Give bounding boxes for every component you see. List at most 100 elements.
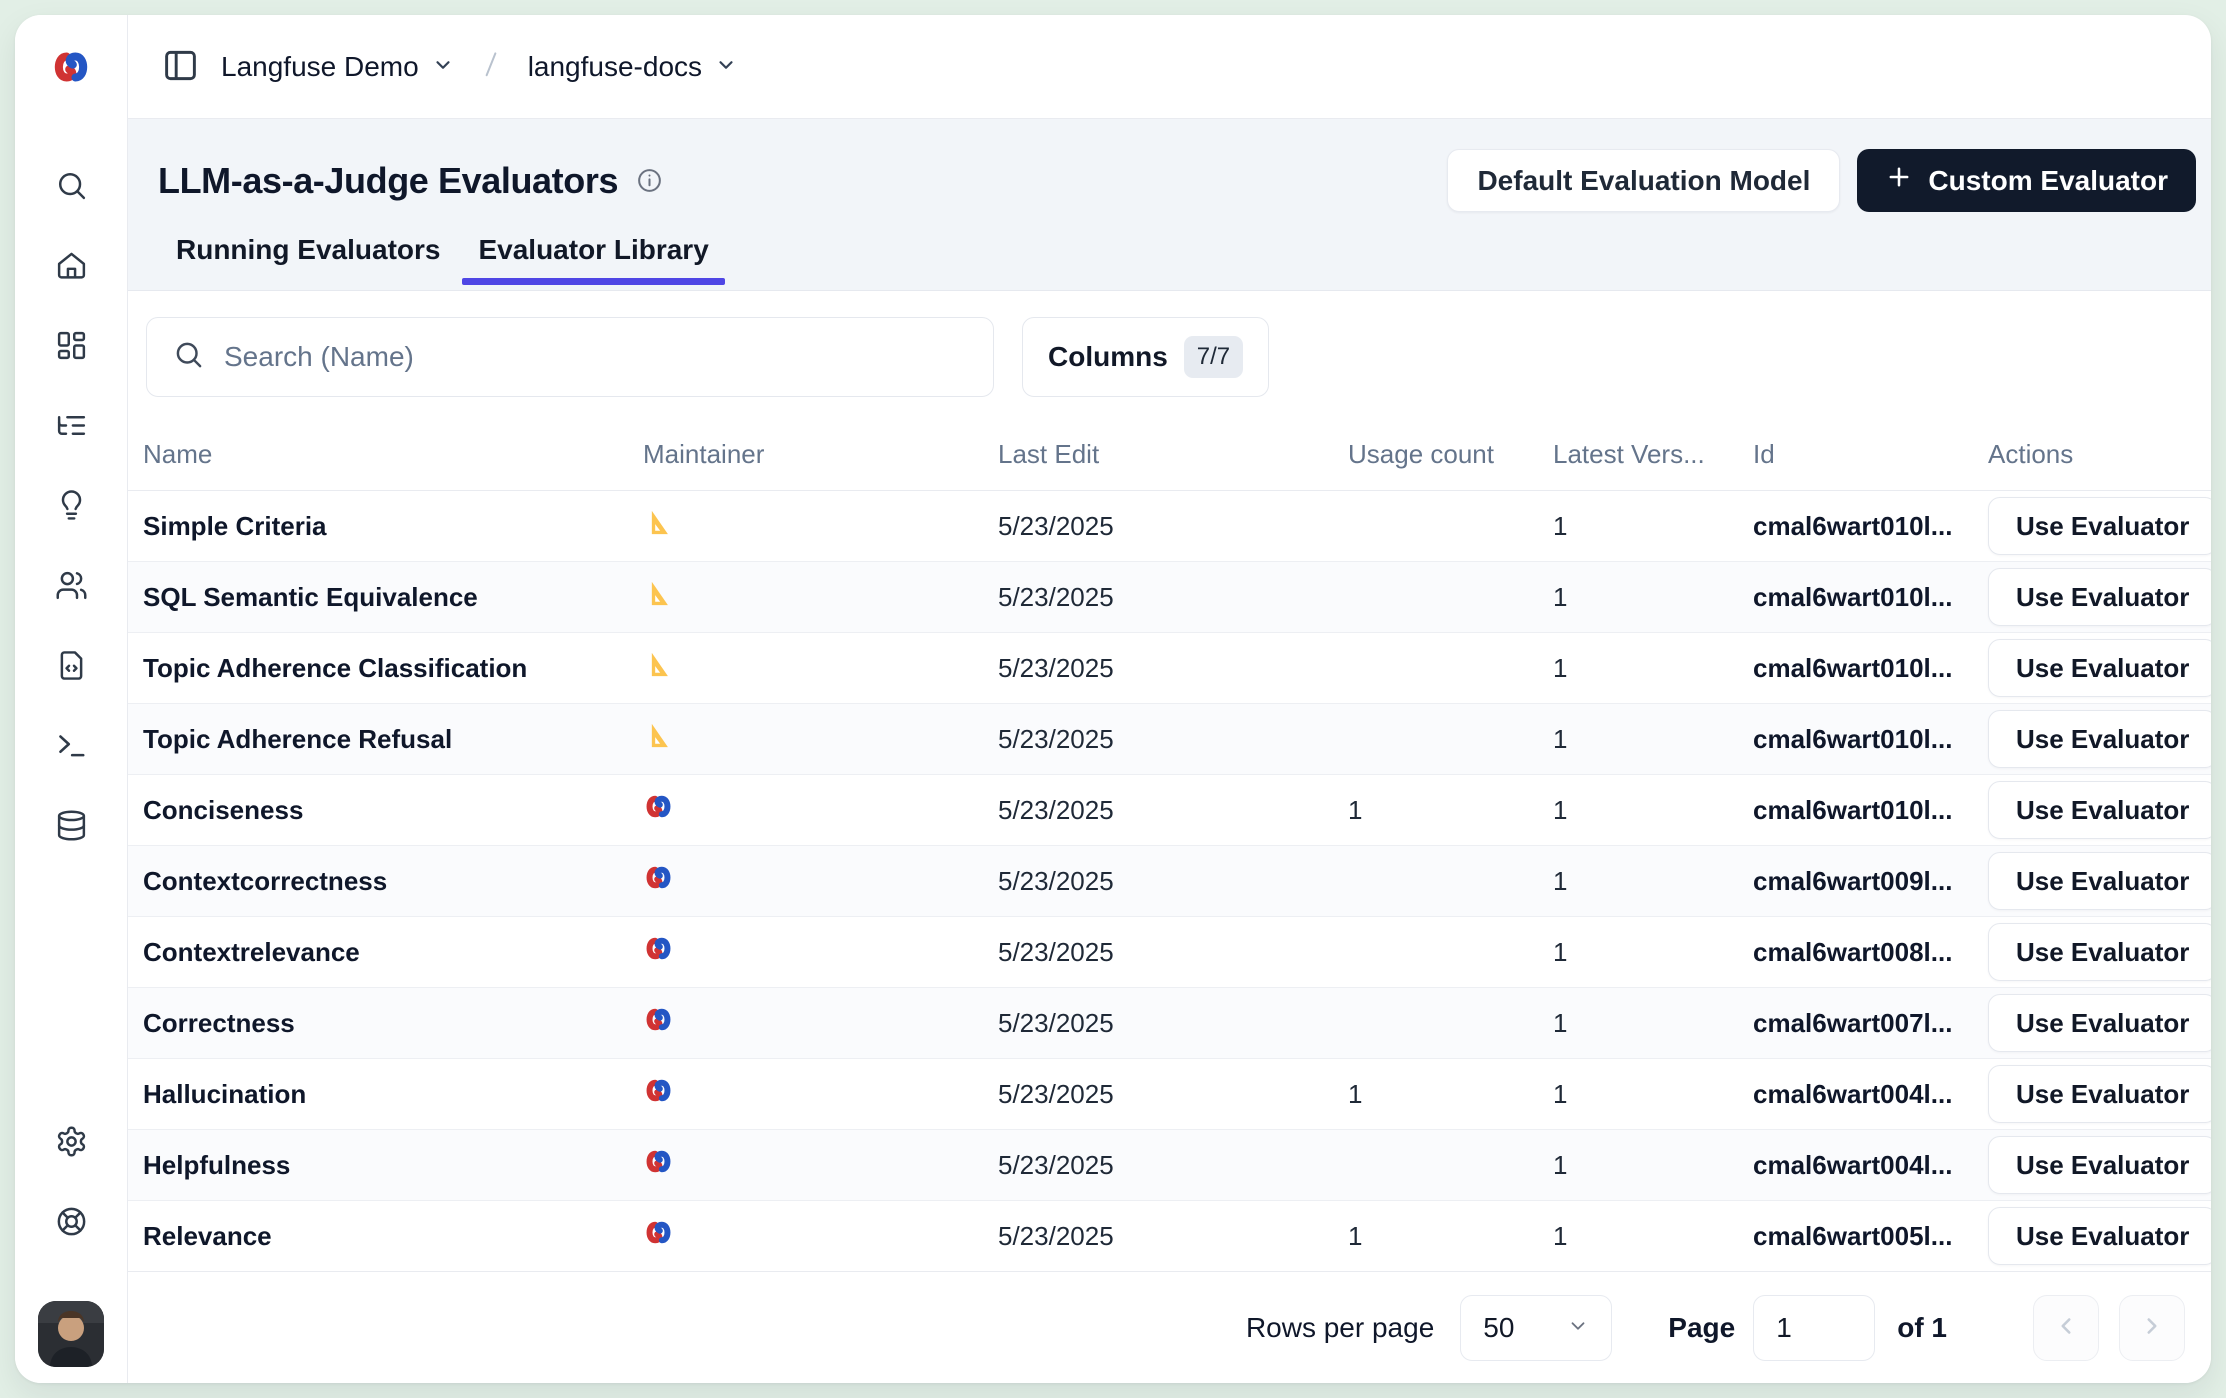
table-row[interactable]: Hallucination 5/23/2025 1 1 cmal6wart004… — [128, 1059, 2211, 1130]
use-evaluator-button[interactable]: Use Evaluator — [1988, 1136, 2211, 1194]
evaluator-name: Hallucination — [143, 1079, 306, 1109]
use-evaluator-button[interactable]: Use Evaluator — [1988, 710, 2211, 768]
page-header: LLM-as-a-Judge Evaluators Default Evalua… — [128, 119, 2211, 291]
evaluator-id: cmal6wart009l... — [1753, 866, 1988, 897]
use-evaluator-button[interactable]: Use Evaluator — [1988, 1207, 2211, 1265]
panel-left-icon — [162, 47, 199, 87]
org-name: Langfuse Demo — [221, 51, 419, 83]
ragas-maintainer-icon — [643, 720, 674, 751]
support-button[interactable] — [54, 1205, 88, 1239]
table-row[interactable]: Relevance 5/23/2025 1 1 cmal6wart005l...… — [128, 1201, 2211, 1271]
user-avatar[interactable] — [38, 1301, 104, 1367]
tab-evaluator-library[interactable]: Evaluator Library — [460, 234, 726, 290]
sidebar-item-home[interactable] — [54, 249, 88, 283]
plus-icon — [1885, 163, 1913, 198]
langfuse-maintainer-icon — [643, 1004, 674, 1035]
project-switcher[interactable]: langfuse-docs — [528, 51, 737, 83]
langfuse-maintainer-icon — [643, 1075, 674, 1106]
previous-page-button[interactable] — [2033, 1295, 2099, 1361]
gear-icon — [55, 1125, 88, 1161]
org-switcher[interactable]: Langfuse Demo — [221, 51, 454, 83]
use-evaluator-button[interactable]: Use Evaluator — [1988, 781, 2211, 839]
file-code-icon — [55, 649, 88, 685]
tabs: Running Evaluators Evaluator Library — [150, 234, 2196, 290]
sidebar-nav — [54, 169, 88, 843]
table-row[interactable]: Simple Criteria 5/23/2025 1 cmal6wart010… — [128, 491, 2211, 562]
chevron-left-icon — [2053, 1313, 2079, 1342]
column-header-id[interactable]: Id — [1753, 439, 1988, 470]
latest-version: 1 — [1553, 582, 1753, 613]
main-area: Langfuse Demo langfuse-docs LLM-as-a-Jud… — [128, 15, 2211, 1383]
table-row[interactable]: Contextrelevance 5/23/2025 1 cmal6wart00… — [128, 917, 2211, 988]
default-evaluation-model-button[interactable]: Default Evaluation Model — [1447, 149, 1840, 212]
rows-per-page-select[interactable]: 50 — [1460, 1295, 1612, 1361]
latest-version: 1 — [1553, 795, 1753, 826]
page-label: Page — [1668, 1312, 1735, 1344]
sidebar-item-evaluation[interactable] — [54, 489, 88, 523]
terminal-icon — [55, 729, 88, 765]
last-edit-date: 5/23/2025 — [998, 866, 1348, 897]
column-header-last-edit[interactable]: Last Edit — [998, 439, 1348, 470]
search-icon — [55, 169, 88, 205]
evaluator-name: Topic Adherence Classification — [143, 653, 527, 683]
use-evaluator-button[interactable]: Use Evaluator — [1988, 994, 2211, 1052]
langfuse-maintainer-icon — [643, 1217, 674, 1248]
page-title: LLM-as-a-Judge Evaluators — [158, 160, 618, 202]
latest-version: 1 — [1553, 937, 1753, 968]
breadcrumb-separator — [476, 47, 506, 86]
table-body: Simple Criteria 5/23/2025 1 cmal6wart010… — [128, 491, 2211, 1271]
page-number-input[interactable] — [1753, 1295, 1875, 1361]
sidebar-toggle-button[interactable] — [162, 47, 199, 87]
project-name: langfuse-docs — [528, 51, 702, 83]
table-row[interactable]: Topic Adherence Refusal 5/23/2025 1 cmal… — [128, 704, 2211, 775]
life-buoy-icon — [55, 1205, 88, 1241]
usage-count: 1 — [1348, 1079, 1553, 1110]
use-evaluator-button[interactable]: Use Evaluator — [1988, 852, 2211, 910]
column-header-maintainer[interactable]: Maintainer — [643, 439, 998, 470]
latest-version: 1 — [1553, 1221, 1753, 1252]
table-header-row: Name Maintainer Last Edit Usage count La… — [128, 419, 2211, 491]
search-input[interactable] — [224, 341, 967, 373]
info-icon[interactable] — [636, 167, 663, 194]
last-edit-date: 5/23/2025 — [998, 1221, 1348, 1252]
evaluator-name: Conciseness — [143, 795, 303, 825]
sidebar-item-dashboards[interactable] — [54, 329, 88, 363]
tab-running-evaluators[interactable]: Running Evaluators — [158, 234, 458, 290]
sidebar-item-users[interactable] — [54, 569, 88, 603]
latest-version: 1 — [1553, 1079, 1753, 1110]
columns-button[interactable]: Columns 7/7 — [1022, 317, 1269, 397]
last-edit-date: 5/23/2025 — [998, 653, 1348, 684]
sidebar-item-datasets[interactable] — [54, 809, 88, 843]
custom-evaluator-button[interactable]: Custom Evaluator — [1857, 149, 2196, 212]
use-evaluator-button[interactable]: Use Evaluator — [1988, 568, 2211, 626]
sidebar-item-tracing[interactable] — [54, 409, 88, 443]
sidebar-item-prompts[interactable] — [54, 649, 88, 683]
langfuse-logo-icon — [50, 46, 92, 88]
latest-version: 1 — [1553, 724, 1753, 755]
latest-version: 1 — [1553, 866, 1753, 897]
use-evaluator-button[interactable]: Use Evaluator — [1988, 1065, 2211, 1123]
last-edit-date: 5/23/2025 — [998, 582, 1348, 613]
table-row[interactable]: Topic Adherence Classification 5/23/2025… — [128, 633, 2211, 704]
table-row[interactable]: Correctness 5/23/2025 1 cmal6wart007l...… — [128, 988, 2211, 1059]
page-total-label: of 1 — [1897, 1312, 1947, 1344]
column-header-usage-count[interactable]: Usage count — [1348, 439, 1553, 470]
sidebar-item-playground[interactable] — [54, 729, 88, 763]
evaluator-id: cmal6wart010l... — [1753, 582, 1988, 613]
settings-button[interactable] — [54, 1125, 88, 1159]
evaluator-id: cmal6wart007l... — [1753, 1008, 1988, 1039]
column-header-actions: Actions — [1988, 439, 2211, 470]
column-header-name[interactable]: Name — [143, 439, 643, 470]
table-row[interactable]: SQL Semantic Equivalence 5/23/2025 1 cma… — [128, 562, 2211, 633]
sidebar-item-search[interactable] — [54, 169, 88, 203]
table-row[interactable]: Helpfulness 5/23/2025 1 cmal6wart004l...… — [128, 1130, 2211, 1201]
table-row[interactable]: Conciseness 5/23/2025 1 1 cmal6wart010l.… — [128, 775, 2211, 846]
column-header-latest-version[interactable]: Latest Vers... — [1553, 439, 1753, 470]
table-row[interactable]: Contextcorrectness 5/23/2025 1 cmal6wart… — [128, 846, 2211, 917]
chevron-down-icon — [432, 51, 454, 83]
table-toolbar: Columns 7/7 — [128, 291, 2211, 419]
use-evaluator-button[interactable]: Use Evaluator — [1988, 923, 2211, 981]
use-evaluator-button[interactable]: Use Evaluator — [1988, 639, 2211, 697]
use-evaluator-button[interactable]: Use Evaluator — [1988, 497, 2211, 555]
next-page-button[interactable] — [2119, 1295, 2185, 1361]
